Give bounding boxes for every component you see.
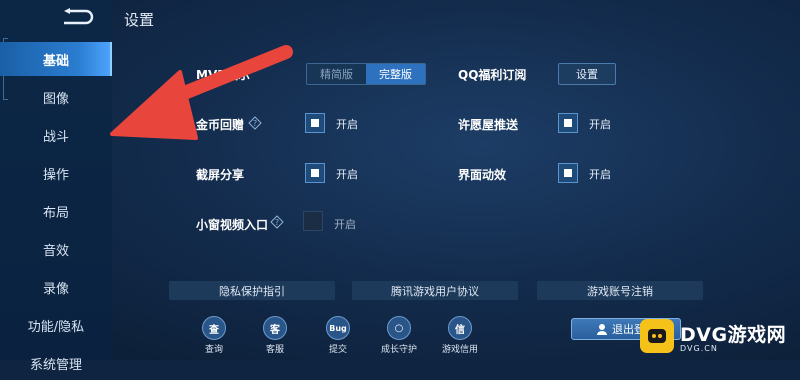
watermark-brand: DVG游戏网 — [680, 323, 787, 346]
sidebar-item-controls[interactable]: 操作 — [0, 156, 112, 190]
watermark: DVG游戏网 DVG.CN — [640, 312, 800, 360]
query-button[interactable]: 查 查询 — [192, 316, 236, 360]
account-cancel-button[interactable]: 游戏账号注销 — [537, 281, 703, 300]
svg-text:?: ? — [275, 218, 279, 227]
sidebar-item-label: 图像 — [42, 91, 69, 107]
background — [0, 0, 800, 360]
sidebar-item-label: 系统管理 — [29, 357, 82, 373]
sidebar-item-label: 功能/隐私 — [27, 319, 85, 335]
screenshot-share-status: 开启 — [336, 168, 358, 181]
wish-push-status: 开启 — [589, 118, 611, 131]
support-label: 客服 — [265, 345, 284, 355]
user-agreement-button[interactable]: 腾讯游戏用户协议 — [352, 281, 518, 300]
help-icon[interactable]: ? — [248, 116, 262, 130]
sidebar-item-graphics[interactable]: 图像 — [0, 80, 112, 114]
mvp-segmented-control: 精简版 完整版 — [306, 63, 426, 85]
back-button[interactable] — [52, 6, 100, 28]
sidebar-item-label: 战斗 — [42, 129, 69, 145]
growth-guard-button[interactable]: ○ 成长守护 — [377, 316, 421, 360]
support-button[interactable]: 客 客服 — [253, 316, 297, 360]
dvg-logo-icon — [640, 319, 674, 353]
gold-rebate-label: 金币回赠 — [196, 118, 245, 132]
sidebar-item-combat[interactable]: 战斗 — [0, 118, 112, 152]
ui-animation-checkbox[interactable] — [558, 163, 578, 183]
sidebar-item-label: 布局 — [42, 205, 69, 221]
sidebar-item-label: 录像 — [42, 281, 69, 297]
svg-text:?: ? — [253, 119, 257, 128]
sidebar-item-label: 音效 — [42, 243, 69, 259]
ui-animation-status: 开启 — [589, 168, 611, 181]
shield-icon: 信 — [448, 316, 472, 340]
bug-submit-label: 提交 — [328, 345, 347, 355]
sidebar-item-label: 操作 — [42, 167, 69, 183]
wish-push-checkbox[interactable] — [558, 113, 578, 133]
mini-video-label: 小窗视频入口 — [196, 218, 269, 232]
sidebar-item-recording[interactable]: 录像 — [0, 270, 112, 304]
screenshot-share-checkbox[interactable] — [305, 163, 325, 183]
sidebar-item-system[interactable]: 系统管理 — [0, 346, 112, 380]
gold-rebate-status: 开启 — [336, 118, 358, 131]
qq-subscribe-settings-button[interactable]: 设置 — [558, 63, 616, 85]
page-title: 设置 — [124, 11, 155, 29]
wish-push-label: 许愿屋推送 — [458, 118, 519, 132]
game-credit-label: 游戏信用 — [441, 345, 478, 355]
query-label: 查询 — [204, 345, 223, 355]
search-doc-icon: 查 — [202, 316, 226, 340]
mvp-label: MVP展示 — [196, 68, 251, 82]
bug-icon: Bug — [326, 316, 350, 340]
bug-submit-button[interactable]: Bug 提交 — [316, 316, 360, 360]
mini-video-status: 开启 — [334, 218, 356, 231]
sidebar-item-privacy[interactable]: 功能/隐私 — [0, 308, 112, 342]
qq-subscribe-label: QQ福利订阅 — [458, 68, 527, 82]
sidebar-item-layout[interactable]: 布局 — [0, 194, 112, 228]
ring-icon: ○ — [387, 316, 411, 340]
support-cat-icon: 客 — [263, 316, 287, 340]
user-icon — [597, 324, 607, 335]
privacy-guide-button[interactable]: 隐私保护指引 — [169, 281, 335, 300]
ui-animation-label: 界面动效 — [458, 168, 507, 182]
gold-rebate-checkbox[interactable] — [305, 113, 325, 133]
mvp-option-full[interactable]: 完整版 — [366, 64, 425, 84]
sidebar-item-basic[interactable]: 基础 — [0, 42, 112, 76]
sidebar: 基础 图像 战斗 操作 布局 音效 录像 功能/隐私 系统管理 — [0, 0, 112, 373]
back-arrow-icon — [64, 8, 94, 25]
game-credit-button[interactable]: 信 游戏信用 — [438, 316, 482, 360]
sidebar-item-sound[interactable]: 音效 — [0, 232, 112, 266]
mini-video-checkbox[interactable] — [303, 211, 323, 231]
help-icon[interactable]: ? — [270, 215, 284, 229]
mvp-option-simple[interactable]: 精简版 — [307, 64, 366, 84]
growth-guard-label: 成长守护 — [380, 345, 417, 355]
sidebar-item-label: 基础 — [42, 53, 69, 69]
screenshot-share-label: 截屏分享 — [196, 168, 245, 182]
